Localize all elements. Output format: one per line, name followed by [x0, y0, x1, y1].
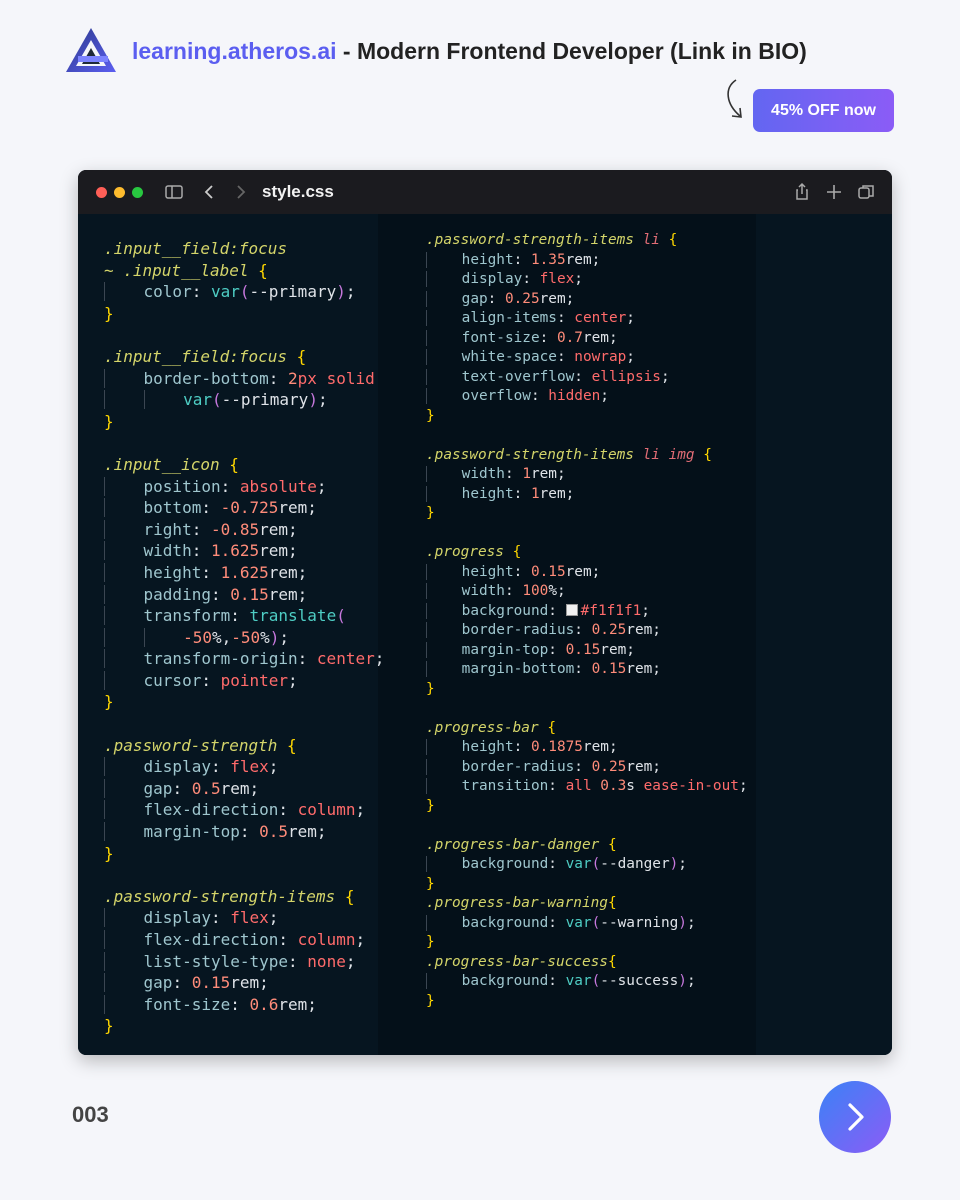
- header-text: learning.atheros.ai - Modern Frontend De…: [132, 38, 807, 65]
- next-slide-button[interactable]: [819, 1081, 891, 1153]
- code-selector: .progress-bar: [426, 719, 539, 736]
- code-selector: .progress: [426, 544, 504, 560]
- code-selector-tag: li img: [642, 446, 695, 463]
- code-selector: .progress-bar-success: [426, 953, 608, 970]
- curved-arrow-icon: [727, 79, 742, 118]
- code-selector: .input__field:focus: [104, 239, 288, 258]
- page-number: 003: [72, 1102, 109, 1127]
- sidebar-icon[interactable]: [164, 182, 184, 202]
- chevron-right-icon: [848, 1103, 864, 1131]
- code-gutter-right: [756, 214, 892, 1055]
- code-selector: .password-strength: [104, 735, 278, 755]
- discount-button[interactable]: 45% OFF now: [753, 89, 894, 132]
- code-selector: ~ .input__label: [104, 260, 249, 280]
- code-selector: .progress-bar-warning: [426, 895, 608, 911]
- minimize-window-button[interactable]: [114, 187, 125, 198]
- header: learning.atheros.ai - Modern Frontend De…: [64, 26, 807, 76]
- tabs-icon[interactable]: [856, 182, 876, 202]
- header-tagline: Modern Frontend Developer (Link in BIO): [356, 37, 807, 64]
- close-window-button[interactable]: [96, 187, 107, 198]
- code-selector: .input__icon: [104, 454, 220, 474]
- atheros-logo-icon[interactable]: [64, 26, 118, 76]
- code-block-right: .password-strength-items li { height: 1.…: [426, 232, 748, 1009]
- tab-title: style.css: [262, 182, 334, 201]
- header-separator: -: [336, 37, 357, 64]
- code-selector: .input__field:focus: [104, 346, 288, 366]
- plus-icon[interactable]: [824, 182, 844, 202]
- chevron-right-icon[interactable]: [230, 182, 250, 202]
- code-selector: .password-strength-items: [426, 446, 634, 463]
- code-selector-tag: li: [642, 232, 660, 248]
- share-icon[interactable]: [792, 182, 812, 202]
- code-block-left: .input__field:focus ~ .input__label { co…: [104, 239, 385, 1036]
- browser-window: style.css .input__field:focus ~ .input__…: [78, 170, 892, 1055]
- brand-link[interactable]: learning.atheros.ai: [132, 38, 337, 64]
- code-selector: .password-strength-items: [104, 886, 336, 906]
- maximize-window-button[interactable]: [132, 187, 143, 198]
- code-selector: .progress-bar-danger: [426, 836, 600, 853]
- chevron-left-icon[interactable]: [200, 182, 220, 202]
- color-swatch: [565, 603, 578, 616]
- code-selector: .password-strength-items: [426, 232, 634, 248]
- window-titlebar: style.css: [78, 170, 892, 214]
